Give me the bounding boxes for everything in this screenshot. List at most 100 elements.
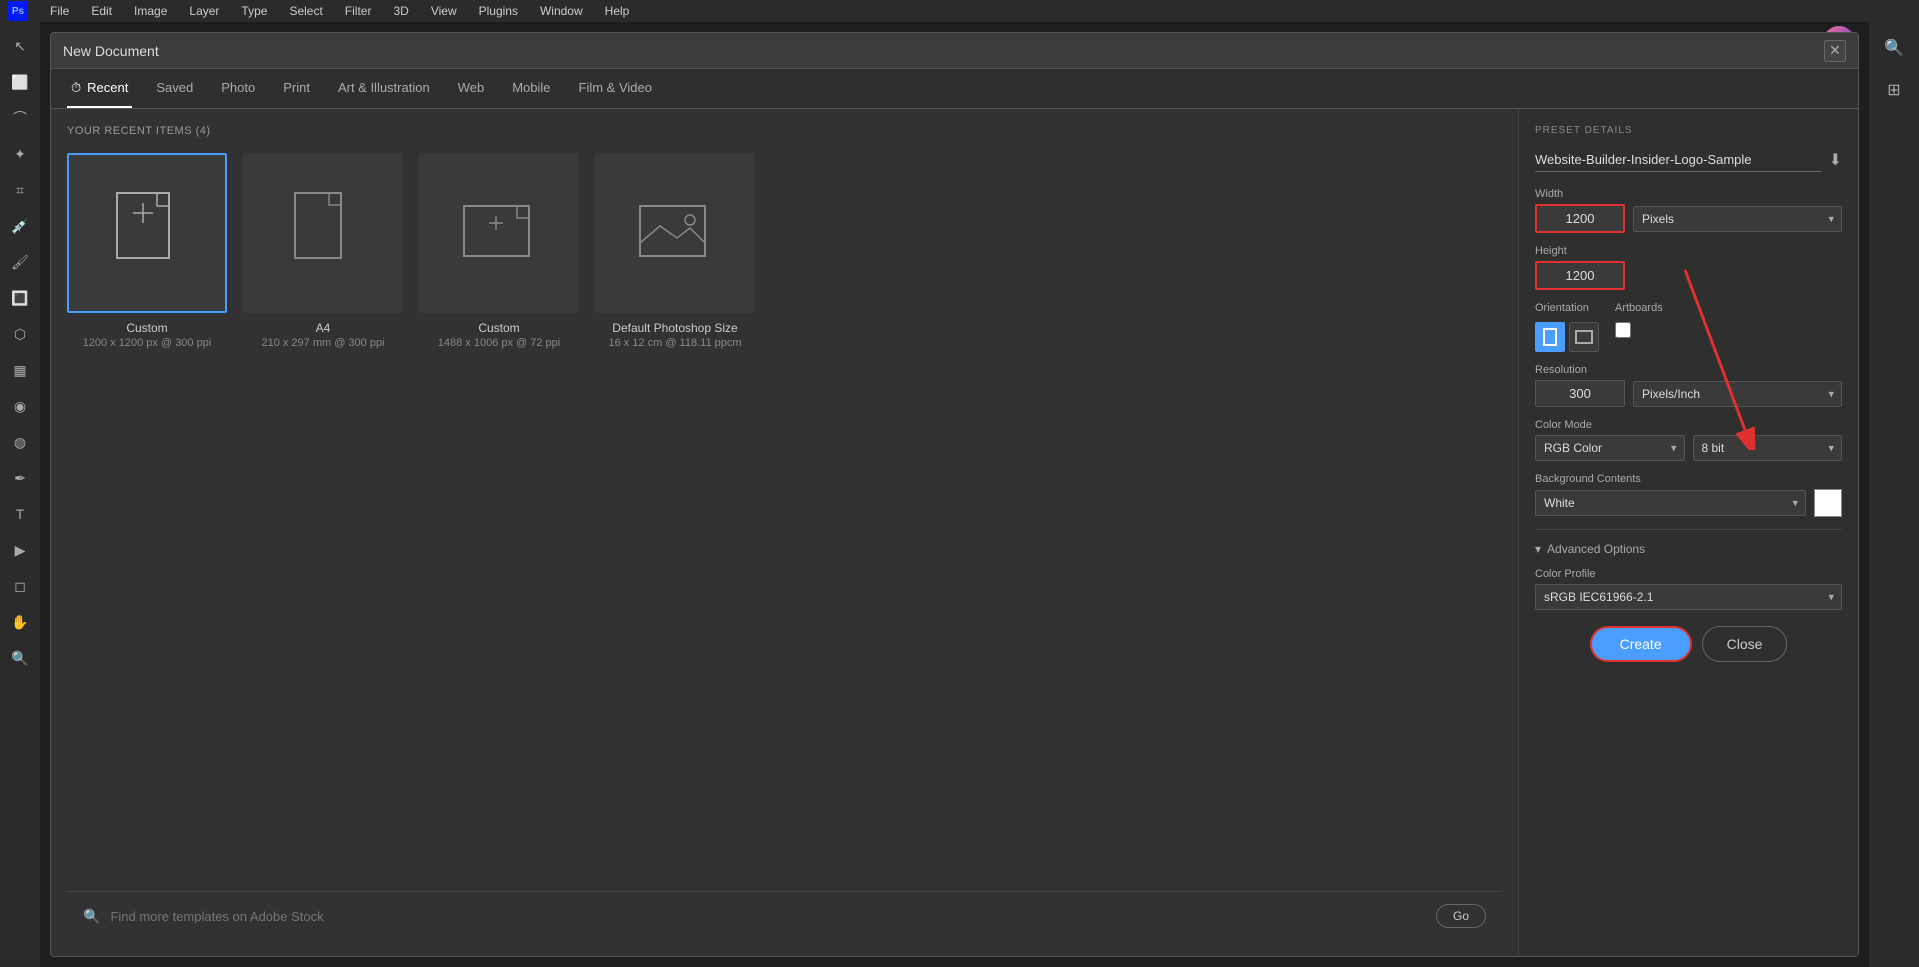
tool-gradient[interactable]: ▦ [4,354,36,386]
orient-artboard-row: Orientation [1535,302,1842,352]
orient-landscape-btn[interactable] [1569,322,1599,352]
landscape-icon [1575,330,1593,344]
tool-dodge[interactable]: ◍ [4,426,36,458]
tool-crop[interactable]: ⌗ [4,174,36,206]
dialog-titlebar: New Document ✕ [51,33,1858,69]
tool-eyedropper[interactable]: 💉 [4,210,36,242]
menu-type[interactable]: Type [237,2,271,20]
menu-file[interactable]: File [46,2,73,20]
tool-select[interactable]: ⬜ [4,66,36,98]
menu-plugins[interactable]: Plugins [475,2,522,20]
tab-photo-label: Photo [221,80,255,95]
chevron-down-icon: ▾ [1535,542,1541,556]
tool-brush[interactable]: 🖌 [4,246,36,278]
right-icon-grid[interactable]: ⊞ [1876,72,1912,108]
recent-grid: Custom 1200 x 1200 px @ 300 ppi A4 210 x [67,153,1502,349]
menu-layer[interactable]: Layer [185,2,223,20]
dialog-tabs: ⏱ Recent Saved Photo Print Art & Illustr… [51,69,1858,109]
width-input[interactable] [1535,204,1625,233]
recent-header: YOUR RECENT ITEMS (4) [67,125,1502,137]
resolution-unit-select[interactable]: Pixels/Inch Pixels/Centimeter [1633,381,1842,407]
recent-item-sublabel-2: 1488 x 1006 px @ 72 ppi [438,337,560,349]
orientation-buttons [1535,322,1599,352]
recent-item-0[interactable]: Custom 1200 x 1200 px @ 300 ppi [67,153,227,349]
color-mode-label: Color Mode [1535,419,1842,431]
menu-3d[interactable]: 3D [389,2,412,20]
go-button[interactable]: Go [1436,904,1486,928]
tool-blur[interactable]: ◉ [4,390,36,422]
tool-lasso[interactable]: ⌒ [4,102,36,134]
recent-item-2[interactable]: Custom 1488 x 1006 px @ 72 ppi [419,153,579,349]
color-profile-wrapper: sRGB IEC61966-2.1 Adobe RGB (1998) ProPh… [1535,584,1842,610]
width-label: Width [1535,188,1842,200]
tool-path-select[interactable]: ▶ [4,534,36,566]
menu-view[interactable]: View [427,2,461,20]
bg-select[interactable]: White Black Transparent Custom [1535,490,1806,516]
tool-zoom[interactable]: 🔍 [4,642,36,674]
resolution-input[interactable] [1535,380,1625,407]
advanced-options-toggle[interactable]: ▾ Advanced Options [1535,542,1842,556]
recent-item-1[interactable]: A4 210 x 297 mm @ 300 ppi [243,153,403,349]
doc-icon-3 [635,188,715,278]
tab-web[interactable]: Web [454,69,489,108]
save-preset-icon[interactable]: ⬇ [1829,150,1842,170]
preset-name-input[interactable] [1535,148,1821,172]
color-mode-select[interactable]: RGB Color CMYK Color Grayscale [1535,435,1685,461]
tab-saved[interactable]: Saved [152,69,197,108]
close-button[interactable]: Close [1702,626,1788,662]
tool-type[interactable]: T [4,498,36,530]
tool-hand[interactable]: ✋ [4,606,36,638]
dialog-close-button[interactable]: ✕ [1824,40,1846,62]
tab-saved-label: Saved [156,80,193,95]
color-profile-row: sRGB IEC61966-2.1 Adobe RGB (1998) ProPh… [1535,584,1842,610]
menu-filter[interactable]: Filter [341,2,376,20]
recent-item-sublabel-1: 210 x 297 mm @ 300 ppi [261,337,384,349]
tab-recent[interactable]: ⏱ Recent [67,69,132,108]
bit-depth-wrapper: 8 bit 16 bit 32 bit [1693,435,1843,461]
tab-web-label: Web [458,80,485,95]
height-row [1535,261,1842,290]
tool-move[interactable]: ↖ [4,30,36,62]
artboard-checkbox[interactable] [1615,322,1631,338]
tab-art[interactable]: Art & Illustration [334,69,434,108]
menu-image[interactable]: Image [130,2,171,20]
menu-select[interactable]: Select [285,2,326,20]
right-panel: 🔍 ⊞ [1869,22,1919,967]
orient-portrait-btn[interactable] [1535,322,1565,352]
bit-depth-select[interactable]: 8 bit 16 bit 32 bit [1693,435,1843,461]
tab-photo[interactable]: Photo [217,69,259,108]
tab-mobile[interactable]: Mobile [508,69,554,108]
color-profile-select[interactable]: sRGB IEC61966-2.1 Adobe RGB (1998) ProPh… [1535,584,1842,610]
tool-shape[interactable]: ◻ [4,570,36,602]
orientation-group: Orientation [1535,302,1599,352]
right-icon-search[interactable]: 🔍 [1876,30,1912,66]
tool-clone[interactable]: 🔳 [4,282,36,314]
tab-film[interactable]: Film & Video [575,69,656,108]
dialog-bottom-bar: 🔍 Go [67,891,1502,940]
tab-print[interactable]: Print [279,69,314,108]
orientation-label: Orientation [1535,302,1599,314]
action-buttons: Create Close [1535,626,1842,662]
menu-window[interactable]: Window [536,2,587,20]
tool-eraser[interactable]: ⬡ [4,318,36,350]
tab-print-label: Print [283,80,310,95]
portrait-icon [1543,328,1557,346]
recent-item-thumb-3 [595,153,755,313]
recent-item-3[interactable]: Default Photoshop Size 16 x 12 cm @ 118.… [595,153,755,349]
ps-logo: Ps [8,1,28,21]
recent-item-sublabel-0: 1200 x 1200 px @ 300 ppi [83,337,212,349]
tab-mobile-label: Mobile [512,80,550,95]
menu-help[interactable]: Help [601,2,634,20]
preset-section-label: PRESET DETAILS [1535,125,1842,136]
tool-wand[interactable]: ✦ [4,138,36,170]
tool-pen[interactable]: ✒ [4,462,36,494]
dialog-title: New Document [63,43,1824,59]
menu-edit[interactable]: Edit [87,2,116,20]
create-button[interactable]: Create [1590,626,1692,662]
bg-color-swatch[interactable] [1814,489,1842,517]
width-unit-select[interactable]: Pixels Inches Centimeters Millimeters [1633,206,1842,232]
search-input[interactable] [110,909,1426,924]
height-input[interactable] [1535,261,1625,290]
color-mode-wrapper: RGB Color CMYK Color Grayscale [1535,435,1685,461]
recent-item-thumb-1 [243,153,403,313]
